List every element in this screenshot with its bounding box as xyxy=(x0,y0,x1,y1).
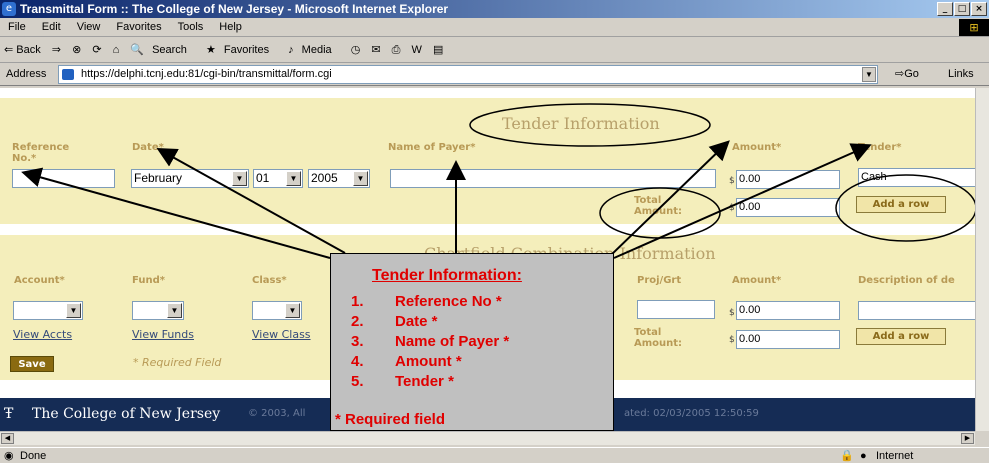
address-dropdown-icon[interactable]: ▼ xyxy=(862,67,876,82)
edit-icon[interactable]: W xyxy=(412,37,422,63)
annotation-ellipse xyxy=(835,174,975,242)
tender-info-callout: Tender Information: 1. Reference No * 2. D… xyxy=(330,253,614,431)
go-label: Go xyxy=(904,68,919,80)
menu-tools[interactable]: Tools xyxy=(170,18,212,37)
toolbar: ⇐ Back ⇒ ⊗ ⟳ ⌂ 🔍 Search ★ Favorites ♪ Media… xyxy=(0,37,989,63)
address-input[interactable]: https://delphi.tcnj.edu:81/cgi-bin/trans… xyxy=(58,65,878,84)
discuss-icon[interactable]: ▤ xyxy=(433,37,443,63)
address-label: Address xyxy=(6,68,47,80)
status-bar: ◉ Done 🔒 ● Internet xyxy=(0,447,989,463)
internet-zone-icon: ● xyxy=(860,450,867,462)
window-controls: _ □ × xyxy=(937,2,987,16)
callout-list: 1. Reference No * 2. Date * 3. Name of Paye… xyxy=(351,292,509,392)
horizontal-scrollbar[interactable]: ◀ ▶ xyxy=(0,431,975,445)
media-label: Media xyxy=(301,44,332,56)
stop-icon[interactable]: ⊗ xyxy=(72,37,81,63)
refresh-icon[interactable]: ⟳ xyxy=(92,37,101,63)
ie-icon: e xyxy=(2,2,16,16)
print-icon[interactable]: ⎙ xyxy=(392,37,401,63)
links-button[interactable]: Links xyxy=(948,63,974,86)
menu-view[interactable]: View xyxy=(69,18,109,37)
callout-note: * Required field xyxy=(335,411,446,428)
vertical-scrollbar[interactable] xyxy=(975,88,989,431)
back-button[interactable]: ⇐ Back xyxy=(4,37,41,63)
scroll-left-icon[interactable]: ◀ xyxy=(1,433,14,444)
menu-edit[interactable]: Edit xyxy=(34,18,69,37)
address-bar: Address https://delphi.tcnj.edu:81/cgi-b… xyxy=(0,63,989,86)
annotation-arrow xyxy=(156,148,346,254)
window-title-bar: Transmittal Form :: The College of New J… xyxy=(0,0,989,18)
menu-help[interactable]: Help xyxy=(211,18,250,37)
callout-item: 4. Amount * xyxy=(351,353,462,370)
menu-bar: File Edit View Favorites Tools Help xyxy=(0,18,989,37)
search-button[interactable]: 🔍 Search xyxy=(130,37,195,63)
scroll-right-icon[interactable]: ▶ xyxy=(961,433,974,444)
annotation-arrow xyxy=(21,167,331,259)
search-label: Search xyxy=(152,44,187,56)
windows-logo-icon: ⊞ xyxy=(959,19,989,36)
favorites-button[interactable]: ★ Favorites xyxy=(206,37,277,63)
callout-item: 3. Name of Payer * xyxy=(351,333,510,350)
page-icon xyxy=(62,69,74,80)
minimize-button[interactable]: _ xyxy=(937,2,953,16)
callout-item: 1. Reference No * xyxy=(351,293,502,310)
callout-item: 2. Date * xyxy=(351,313,438,330)
lock-icon: 🔒 xyxy=(840,450,854,462)
annotation-ellipse xyxy=(469,103,711,147)
menu-favorites[interactable]: Favorites xyxy=(108,18,169,37)
go-button[interactable]: ⇨Go xyxy=(895,63,919,86)
mail-icon[interactable]: ✉ xyxy=(371,37,380,63)
media-icon: ♪ xyxy=(288,44,294,56)
close-button[interactable]: × xyxy=(971,2,987,16)
forward-button[interactable]: ⇒ xyxy=(52,37,61,63)
zone-text: Internet xyxy=(876,450,914,462)
maximize-button[interactable]: □ xyxy=(954,2,970,16)
annotation-arrow xyxy=(613,143,872,259)
history-icon[interactable]: ◷ xyxy=(351,37,361,63)
callout-title: Tender Information: xyxy=(372,267,522,284)
favorites-label: Favorites xyxy=(223,44,270,56)
go-arrow-icon: ⇨ xyxy=(895,68,905,80)
media-button[interactable]: ♪ Media xyxy=(288,37,339,63)
annotation-ellipse xyxy=(599,187,721,239)
status-text: Done xyxy=(20,450,47,462)
search-icon: 🔍 xyxy=(130,44,145,56)
favorites-icon: ★ xyxy=(205,44,216,56)
callout-item: 5. Tender * xyxy=(351,373,454,390)
page-done-icon: ◉ xyxy=(4,450,14,462)
home-icon[interactable]: ⌂ xyxy=(113,37,120,63)
window-title: Transmittal Form :: The College of New J… xyxy=(20,2,449,16)
menu-file[interactable]: File xyxy=(0,18,34,37)
